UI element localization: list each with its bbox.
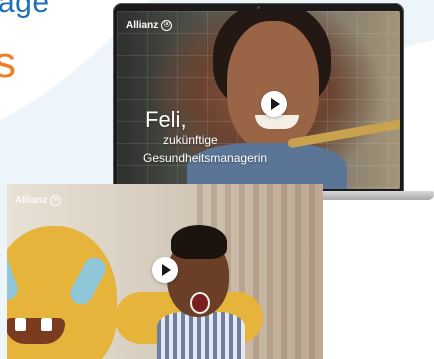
allianz-logo: Allianz ⓐ bbox=[15, 195, 62, 206]
girl-face bbox=[227, 21, 319, 151]
play-icon[interactable] bbox=[152, 257, 178, 283]
headline-fragment-accent: s bbox=[0, 38, 16, 87]
boy-mouth bbox=[190, 292, 210, 314]
laptop-lid: Allianz ⓐ Feli, zukünftige Gesundheitsma… bbox=[113, 3, 404, 193]
headline-fragment: age bbox=[0, 0, 50, 19]
monster-tooth bbox=[41, 318, 52, 331]
laptop-mockup: Allianz ⓐ Feli, zukünftige Gesundheitsma… bbox=[80, 3, 434, 208]
monster-tooth bbox=[15, 318, 26, 331]
play-icon[interactable] bbox=[261, 91, 287, 117]
monster-horn-right bbox=[66, 253, 110, 309]
allianz-logo: Allianz ⓐ bbox=[126, 20, 173, 31]
video-player-monster[interactable]: Allianz ⓐ bbox=[7, 184, 323, 359]
boy-hair bbox=[171, 225, 227, 259]
shirt bbox=[187, 143, 347, 189]
allianz-wordmark: Allianz bbox=[126, 20, 159, 31]
boy-shirt bbox=[157, 312, 245, 359]
video-player-feli[interactable]: Allianz ⓐ Feli, zukünftige Gesundheitsma… bbox=[117, 11, 400, 189]
allianz-eagle-icon: ⓐ bbox=[161, 20, 173, 31]
allianz-eagle-icon: ⓐ bbox=[50, 195, 62, 206]
plush-monster bbox=[7, 226, 117, 359]
caption-line-2: zukünftige bbox=[163, 133, 218, 147]
caption-name: Feli, bbox=[145, 107, 187, 132]
caption-line-3: Gesundheitsmanagerin bbox=[143, 151, 268, 165]
webcam bbox=[257, 6, 260, 9]
monster-horn-left bbox=[7, 248, 21, 304]
allianz-wordmark: Allianz bbox=[15, 195, 48, 206]
